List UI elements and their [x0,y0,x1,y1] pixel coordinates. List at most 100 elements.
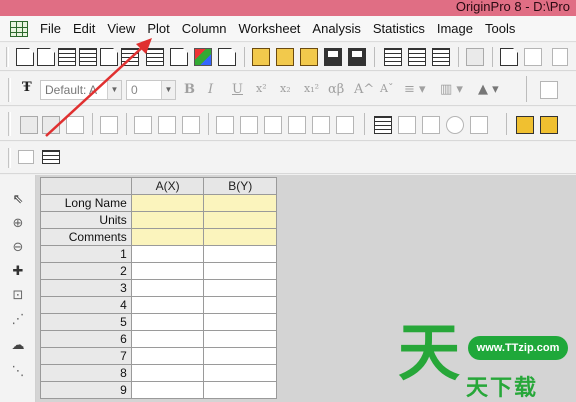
chevron-down-icon[interactable]: ▼ [161,81,175,99]
new-matrix-icon[interactable] [121,48,139,66]
axis-l-icon[interactable] [216,116,234,134]
row-label-units[interactable]: Units [40,211,132,229]
worksheet-app-icon[interactable] [10,20,28,37]
toolbar-grip[interactable] [8,78,11,102]
row-number[interactable]: 3 [40,279,132,297]
menu-analysis[interactable]: Analysis [306,21,366,36]
select-all-corner[interactable] [40,177,132,195]
menu-statistics[interactable]: Statistics [367,21,431,36]
column-icon[interactable] [422,116,440,134]
cell[interactable] [203,347,277,365]
decrease-font-button[interactable]: Aˇ [380,82,393,95]
clock-icon[interactable] [446,116,464,134]
align-left-icon[interactable]: ≡ ▾ [404,82,426,97]
new-workbook-icon[interactable] [58,48,76,66]
cell[interactable] [203,194,277,212]
cell[interactable] [130,211,205,229]
add-columns-icon[interactable] [42,150,60,164]
greek-button[interactable]: αβ [328,82,344,97]
cell[interactable] [130,381,205,399]
supersub-button[interactable]: x₁² [304,82,319,95]
cell[interactable] [203,381,277,399]
axis-frame-icon[interactable] [288,116,306,134]
toolbar-grip[interactable] [8,148,11,168]
cell[interactable] [130,313,205,331]
zoom-in-icon[interactable]: ⊕ [9,215,27,231]
lines-icon[interactable] [374,116,392,134]
cell[interactable] [130,364,205,382]
save-template-icon[interactable] [348,48,366,66]
pointer-icon[interactable]: ⇖ [9,191,27,207]
merge-graph-icon[interactable] [100,116,118,134]
row-number[interactable]: 2 [40,262,132,280]
underline-button[interactable]: U [232,82,243,97]
arrange-layers-icon[interactable] [134,116,152,134]
cell[interactable] [130,262,205,280]
row-number[interactable]: 1 [40,245,132,263]
cell[interactable] [130,245,205,263]
highlight-icon[interactable] [540,116,558,134]
layer-content-icon[interactable] [66,116,84,134]
row-number[interactable]: 4 [40,296,132,314]
cell[interactable] [130,347,205,365]
chevron-down-icon[interactable]: ▼ [107,81,121,99]
italic-button[interactable]: I [208,82,213,97]
fill-color-icon[interactable]: ▲ ▾ [478,82,499,97]
cell[interactable] [203,211,277,229]
cell[interactable] [203,262,277,280]
pencil-icon[interactable] [516,116,534,134]
toolbar-grip[interactable] [6,47,9,67]
new-matrix2-icon[interactable] [146,48,164,66]
paint-icon[interactable] [540,81,558,99]
open-excel-icon[interactable] [300,48,318,66]
new-function-icon[interactable] [170,48,188,66]
menu-column[interactable]: Column [176,21,233,36]
more-icon[interactable] [552,48,568,66]
new-folder-doc-icon[interactable] [37,48,55,66]
cell[interactable] [130,279,205,297]
new-project-icon[interactable] [16,48,34,66]
cell[interactable] [130,194,205,212]
menu-tools[interactable]: Tools [479,21,521,36]
data-reader-icon[interactable]: ✚ [9,263,27,279]
menu-worksheet[interactable]: Worksheet [233,21,307,36]
open-icon[interactable] [252,48,270,66]
cell[interactable] [203,330,277,348]
layout-2x2-icon[interactable] [158,116,176,134]
axis-step-icon[interactable] [312,116,330,134]
increase-font-button[interactable]: A^ [354,82,374,97]
print-icon[interactable] [466,48,484,66]
menu-image[interactable]: Image [431,21,479,36]
row-number[interactable]: 6 [40,330,132,348]
axis-step2-icon[interactable] [336,116,354,134]
table-icon[interactable] [398,116,416,134]
layout-grid-icon[interactable] [182,116,200,134]
screen-reader-icon[interactable]: ⋰ [9,311,27,327]
row-label-comments[interactable]: Comments [40,228,132,246]
menu-view[interactable]: View [101,21,141,36]
column-header-a[interactable]: A(X) [130,177,205,195]
import-ascii-icon[interactable] [384,48,402,66]
border-icon[interactable]: ▥ ▾ [440,82,463,97]
zoom-out-icon[interactable]: ⊖ [9,239,27,255]
cell[interactable] [203,313,277,331]
new-excel-icon[interactable] [79,48,97,66]
scale-icon[interactable]: ⊡ [9,287,27,303]
add-column-icon[interactable] [18,150,34,164]
cell[interactable] [203,364,277,382]
new-graph-icon[interactable] [100,48,118,66]
menu-file[interactable]: File [34,21,67,36]
axis-box-icon[interactable] [240,116,258,134]
region-icon[interactable]: ☁ [9,337,27,353]
superscript-button[interactable]: x² [256,82,267,95]
cell[interactable] [203,296,277,314]
new-layout-icon[interactable] [194,48,212,66]
bold-button[interactable]: B [184,82,195,97]
new-notes-icon[interactable] [218,48,236,66]
row-label-long-name[interactable]: Long Name [40,194,132,212]
column-header-b[interactable]: B(Y) [203,177,277,195]
cell[interactable] [203,228,277,246]
axis-u-icon[interactable] [264,116,282,134]
grid-table-icon[interactable] [470,116,488,134]
cell[interactable] [130,296,205,314]
